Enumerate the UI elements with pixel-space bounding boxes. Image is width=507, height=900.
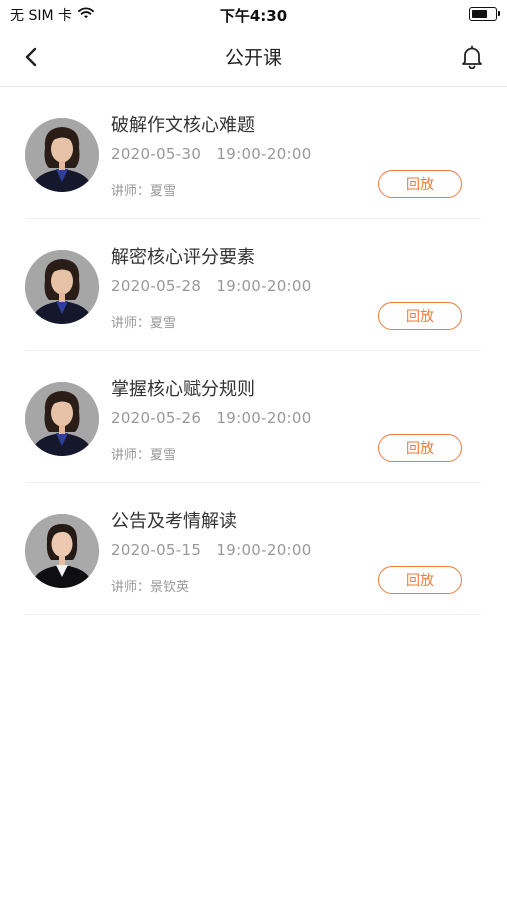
course-list: 破解作文核心难题 2020-05-30 19:00-20:00 讲师：夏雪 回放… (0, 87, 507, 615)
lecturer-avatar (25, 250, 99, 324)
notification-button[interactable] (457, 42, 487, 72)
status-time: 下午4:30 (219, 7, 288, 25)
bell-icon (462, 45, 482, 69)
lecturer-label: 讲师：景钦英 (111, 580, 190, 595)
replay-button[interactable]: 回放 (378, 434, 462, 462)
battery-icon (469, 7, 500, 21)
list-item[interactable]: 解密核心评分要素 2020-05-28 19:00-20:00 讲师：夏雪 回放 (0, 219, 507, 351)
list-item[interactable]: 公告及考情解读 2020-05-15 19:00-20:00 讲师：景钦英 回放 (0, 483, 507, 615)
course-schedule: 2020-05-30 19:00-20:00 (111, 145, 312, 163)
course-date: 2020-05-28 (111, 277, 202, 295)
status-bar: 无 SIM 卡 下午4:30 (0, 0, 507, 28)
replay-button[interactable]: 回放 (378, 302, 462, 330)
replay-button[interactable]: 回放 (378, 170, 462, 198)
course-date: 2020-05-30 (111, 145, 202, 163)
divider (26, 614, 481, 615)
battery-fill (472, 10, 487, 18)
nav-bar: 公开课 (0, 28, 507, 87)
course-title: 破解作文核心难题 (111, 115, 255, 136)
course-title: 公告及考情解读 (111, 511, 237, 532)
course-time-range: 19:00-20:00 (216, 541, 312, 559)
lecturer-label: 讲师：夏雪 (111, 316, 177, 331)
course-time-range: 19:00-20:00 (216, 145, 312, 163)
course-title: 掌握核心赋分规则 (111, 379, 255, 400)
lecturer-avatar (25, 118, 99, 192)
list-item[interactable]: 破解作文核心难题 2020-05-30 19:00-20:00 讲师：夏雪 回放 (0, 87, 507, 219)
course-time-range: 19:00-20:00 (216, 277, 312, 295)
course-date: 2020-05-26 (111, 409, 202, 427)
course-date: 2020-05-15 (111, 541, 202, 559)
lecturer-avatar (25, 382, 99, 456)
lecturer-label: 讲师：夏雪 (111, 184, 177, 199)
course-schedule: 2020-05-28 19:00-20:00 (111, 277, 312, 295)
course-schedule: 2020-05-26 19:00-20:00 (111, 409, 312, 427)
replay-button[interactable]: 回放 (378, 566, 462, 594)
lecturer-avatar (25, 514, 99, 588)
course-time-range: 19:00-20:00 (216, 409, 312, 427)
course-title: 解密核心评分要素 (111, 247, 255, 268)
list-item[interactable]: 掌握核心赋分规则 2020-05-26 19:00-20:00 讲师：夏雪 回放 (0, 351, 507, 483)
lecturer-label: 讲师：夏雪 (111, 448, 177, 463)
page-title: 公开课 (224, 47, 282, 69)
course-schedule: 2020-05-15 19:00-20:00 (111, 541, 312, 559)
